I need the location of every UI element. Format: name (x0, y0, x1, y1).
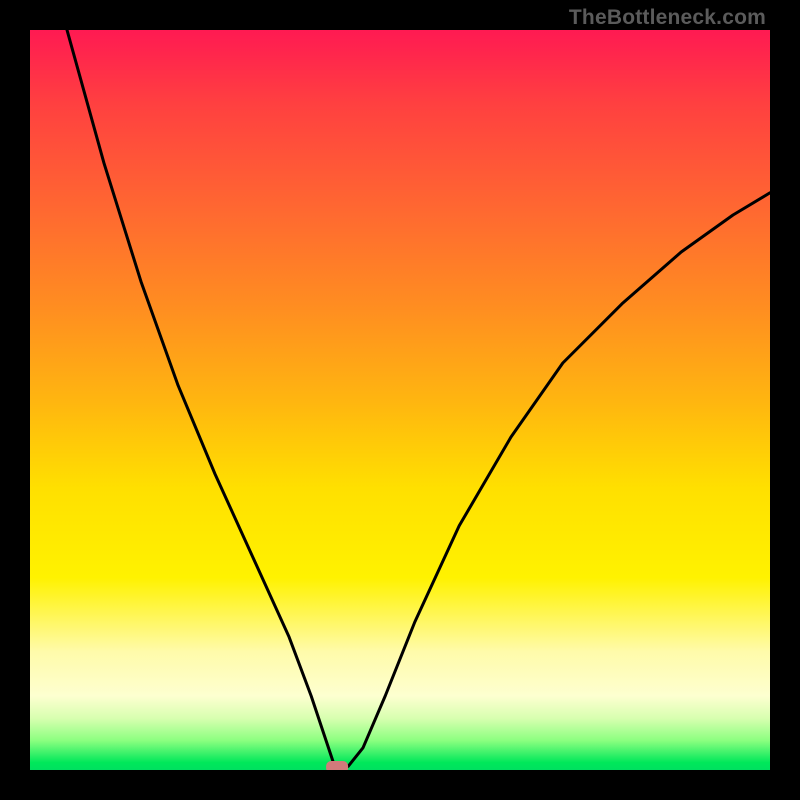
optimal-marker (326, 761, 348, 770)
attribution-text: TheBottleneck.com (569, 6, 766, 30)
bottleneck-curve (67, 30, 770, 770)
chart-svg (30, 30, 770, 770)
